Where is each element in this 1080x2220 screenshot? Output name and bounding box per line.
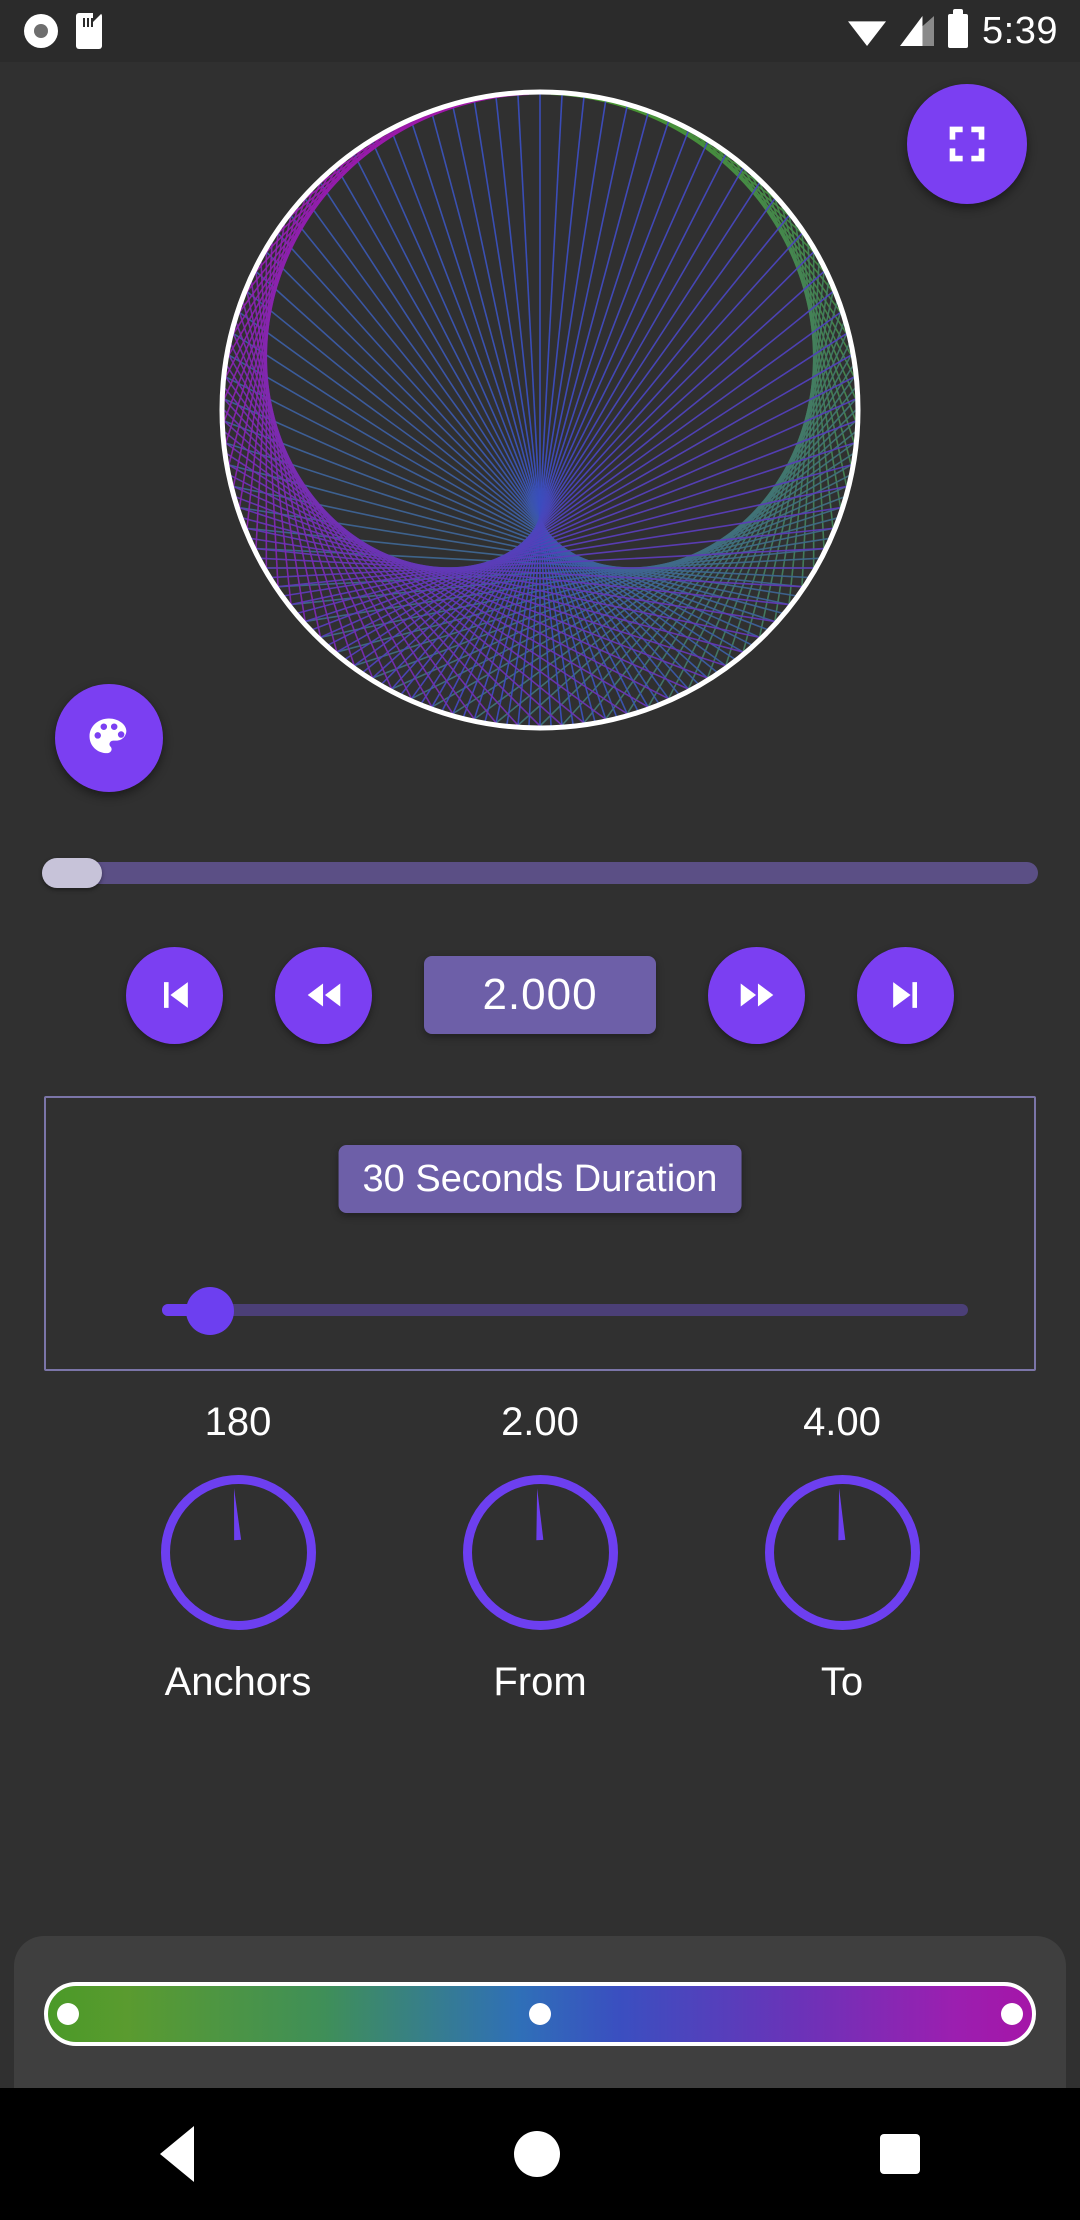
transport-controls: 2.000 [0, 940, 1080, 1050]
knob-to-needle [837, 1488, 845, 1541]
rewind-button[interactable] [275, 946, 372, 1044]
palette-button[interactable] [55, 684, 163, 792]
knob-to-dial[interactable] [764, 1475, 920, 1630]
knob-from-dial[interactable] [462, 1475, 618, 1630]
knob-to-value: 4.00 [803, 1400, 881, 1444]
skip-next-icon [892, 982, 917, 1008]
fullscreen-icon [949, 126, 985, 162]
skip-previous-icon [163, 982, 188, 1008]
record-icon [24, 14, 58, 48]
signal-icon [900, 16, 935, 46]
color-gradient-editor[interactable] [44, 1982, 1036, 2046]
palette-icon [89, 718, 127, 754]
home-icon[interactable] [514, 2131, 560, 2177]
knob-to-label: To [820, 1660, 864, 1704]
status-bar-clock: 5:39 [982, 9, 1058, 52]
duration-slider-track[interactable] [162, 1304, 968, 1316]
knob-anchors-value: 180 [204, 1400, 272, 1444]
multiplier-value-box[interactable]: 2.000 [424, 956, 656, 1034]
wifi-icon [848, 21, 887, 46]
battery-icon [948, 9, 969, 48]
knob-from-label: From [493, 1660, 587, 1704]
knob-to: 4.00 To [752, 1400, 932, 1780]
knob-anchors: 180 Anchors [148, 1400, 328, 1780]
skip-previous-button[interactable] [126, 946, 223, 1044]
duration-slider[interactable] [116, 1280, 968, 1340]
string-art-canvas[interactable] [215, 85, 865, 735]
duration-button[interactable]: 30 Seconds Duration [338, 1145, 742, 1213]
fullscreen-button[interactable] [907, 84, 1027, 204]
recents-icon[interactable] [880, 2134, 920, 2174]
rewind-icon [307, 983, 340, 1007]
fast-forward-button[interactable] [708, 946, 805, 1044]
progress-thumb[interactable] [42, 858, 102, 888]
gradient-stop-start[interactable] [56, 2003, 79, 2025]
fast-forward-icon [740, 983, 773, 1007]
back-icon[interactable] [160, 2126, 194, 2182]
parameter-knobs: 180 Anchors 2.00 From 4.00 To [0, 1400, 1080, 1780]
gradient-stop-middle[interactable] [529, 2003, 551, 2025]
playback-progress-slider[interactable] [0, 852, 1080, 892]
status-bar-right-icons: 5:39 [848, 9, 1080, 53]
skip-next-button[interactable] [857, 946, 954, 1044]
status-bar-left-icons [0, 13, 102, 49]
status-bar: 5:39 [0, 0, 1080, 62]
sdcard-icon [76, 13, 102, 49]
knob-anchors-needle [233, 1488, 241, 1541]
visualization-area[interactable] [0, 62, 1080, 792]
progress-track[interactable] [42, 862, 1038, 884]
android-navigation-bar [0, 2088, 1080, 2220]
duration-slider-thumb[interactable] [186, 1287, 234, 1335]
knob-anchors-label: Anchors [164, 1660, 312, 1704]
knob-from: 2.00 From [450, 1400, 630, 1780]
knob-from-needle [535, 1488, 543, 1541]
knob-anchors-dial[interactable] [160, 1475, 316, 1630]
knob-from-value: 2.00 [501, 1400, 579, 1444]
duration-panel: 30 Seconds Duration [44, 1096, 1036, 1371]
gradient-stop-end[interactable] [1001, 2003, 1024, 2025]
app-root: 5:39 2.000 30 Seconds Duration 180 Ancho… [0, 0, 1080, 2220]
